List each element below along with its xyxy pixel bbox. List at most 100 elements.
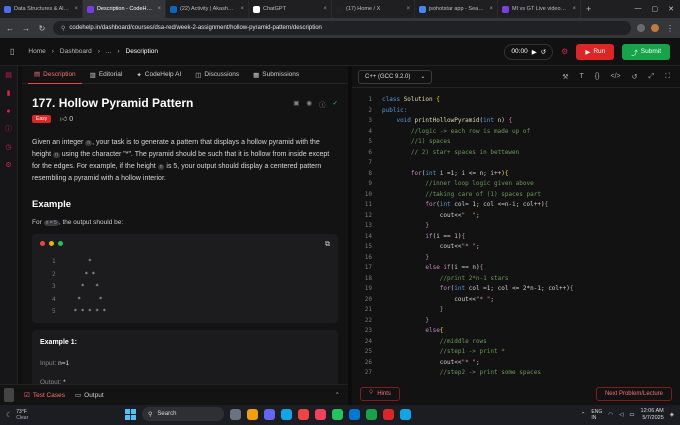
test-cases-tab[interactable]: ☑ Test Cases: [24, 391, 65, 400]
tray-chevron-icon[interactable]: ⌃: [581, 412, 586, 418]
submit-button[interactable]: ⤴ Submit: [622, 43, 670, 60]
app-blue-icon[interactable]: [400, 408, 411, 420]
fullscreen-icon[interactable]: ⛶: [665, 73, 670, 81]
tab-description[interactable]: ▤ Description: [28, 66, 82, 84]
site-info-icon[interactable]: ⚲: [61, 25, 65, 32]
run-button[interactable]: ▶ Run: [576, 43, 615, 60]
settings-rail-icon[interactable]: ⚙: [5, 162, 13, 170]
volume-icon[interactable]: ◁: [619, 412, 623, 418]
reset-icon[interactable]: ↺: [541, 48, 546, 56]
tab-close-icon[interactable]: ×: [157, 6, 161, 12]
code-token: {: [436, 96, 440, 103]
hints-button[interactable]: 💡︎ Hints: [360, 386, 400, 401]
tab-close-icon[interactable]: ×: [572, 6, 576, 12]
file-explorer-icon[interactable]: [247, 408, 258, 420]
code-token: {: [544, 201, 549, 208]
view-icon[interactable]: ◉: [306, 99, 312, 109]
settings-icon[interactable]: ⚙: [561, 47, 568, 56]
extension-icon[interactable]: [637, 24, 645, 32]
code-icon[interactable]: </>: [610, 73, 620, 81]
url-field[interactable]: ⚲ codehelp.in/dashboard/courses/dsa-red/…: [53, 21, 631, 35]
editor-toolbar: C++ (GCC 9.2.0) ⌄ ⚒ T {} </> ↺ ⤢ ⛶: [352, 66, 680, 88]
tab-close-icon[interactable]: ×: [406, 6, 410, 12]
tab-codehelp-ai[interactable]: ✦ CodeHelp AI: [130, 66, 187, 84]
check-circle-icon[interactable]: ✓: [333, 99, 338, 109]
whatsapp-icon[interactable]: [366, 408, 377, 420]
example-intro-post: , the output should be:: [58, 219, 124, 226]
back-icon[interactable]: ←: [5, 24, 15, 33]
tab-editorial[interactable]: ▥ Editorial: [84, 66, 129, 84]
tab-discussions[interactable]: ◫ Discussions: [189, 66, 245, 84]
app-x-icon[interactable]: [315, 408, 326, 420]
browser-tab[interactable]: (22) Activity | Akash… ×: [166, 0, 249, 18]
info-icon[interactable]: ⓘ: [5, 126, 13, 134]
office-icon[interactable]: [298, 408, 309, 420]
wifi-icon[interactable]: ◠: [608, 412, 613, 418]
code-token: //1) spaces: [382, 138, 451, 145]
vscode-icon[interactable]: [349, 408, 360, 420]
minimize-icon[interactable]: —: [635, 5, 642, 13]
chat-icon[interactable]: ●: [5, 108, 13, 116]
play-icon[interactable]: ▶: [532, 48, 537, 56]
magic-wand-icon[interactable]: ⚒: [562, 73, 568, 81]
info-circle-icon[interactable]: ⓘ: [319, 99, 326, 109]
chrome-icon[interactable]: [332, 408, 343, 420]
language-indicator[interactable]: ENG IN: [591, 409, 602, 421]
profile-avatar-icon[interactable]: [651, 24, 659, 32]
output-tab[interactable]: ▭ Output: [75, 391, 104, 400]
next-problem-button[interactable]: Next Problem/Lecture: [595, 386, 672, 401]
breadcrumb-item[interactable]: Dashboard: [60, 48, 92, 55]
reload-icon[interactable]: ↻: [37, 24, 47, 33]
thumbs-up-icon[interactable]: 👍︎: [60, 116, 67, 123]
edge-icon[interactable]: [281, 408, 292, 420]
tab-close-icon[interactable]: ×: [489, 6, 493, 12]
code-token: for: [425, 201, 437, 208]
history-icon[interactable]: ◷: [5, 144, 13, 152]
browser-tab[interactable]: MI vs GT Live video… ×: [498, 0, 581, 18]
timer-control[interactable]: 00:00 ▶ ↺: [504, 43, 554, 60]
code-token: {: [504, 169, 509, 177]
braces-icon[interactable]: {}: [595, 73, 600, 81]
task-view-icon[interactable]: [230, 408, 241, 420]
tab-submissions[interactable]: ▦ Submissions: [247, 66, 305, 84]
reset-code-icon[interactable]: ↺: [632, 73, 638, 81]
chevron-up-icon[interactable]: ⌃: [335, 391, 344, 399]
clock[interactable]: 12:06 AM 5/7/2025: [641, 408, 664, 422]
tab-label: Description - CodeH…: [97, 6, 153, 12]
sidebar-toggle-icon[interactable]: ▯: [10, 47, 14, 56]
browser-tab[interactable]: Data Structures & Al… ×: [0, 0, 83, 18]
tab-close-icon[interactable]: ×: [74, 6, 78, 12]
breadcrumb-item[interactable]: Home: [28, 48, 45, 55]
font-icon[interactable]: T: [580, 73, 584, 81]
browser-tab[interactable]: (17) Home / X ×: [332, 0, 415, 18]
code-editor[interactable]: 1 class Solution {2 public: 3 void printHol…: [352, 94, 680, 380]
browser-tab[interactable]: jsohotstar app - Sea… ×: [415, 0, 498, 18]
language-select[interactable]: C++ (GCC 9.2.0) ⌄: [358, 69, 433, 84]
teams-icon[interactable]: [264, 408, 275, 420]
battery-icon[interactable]: ▭: [629, 412, 634, 418]
close-window-icon[interactable]: ✕: [668, 5, 674, 13]
expand-icon[interactable]: ⤢: [648, 73, 654, 81]
forward-icon[interactable]: →: [21, 24, 31, 33]
book-icon[interactable]: ▤: [5, 72, 13, 80]
browser-tab[interactable]: Description - CodeH… ×: [83, 0, 166, 18]
bookmark-icon[interactable]: ▮: [5, 90, 13, 98]
tab-close-icon[interactable]: ×: [323, 6, 327, 12]
taskbar-search[interactable]: ⚲ Search: [142, 407, 224, 421]
breadcrumb-item[interactable]: ...: [106, 48, 111, 55]
like-control[interactable]: 👍︎ 0: [60, 114, 73, 123]
copy-icon[interactable]: ⧉: [325, 240, 330, 249]
tab-close-icon[interactable]: ×: [240, 6, 244, 12]
browser-menu-icon[interactable]: ⋮: [665, 24, 675, 33]
maximize-icon[interactable]: ▢: [652, 5, 659, 13]
app-red-icon[interactable]: [383, 408, 394, 420]
user-avatar[interactable]: [4, 388, 14, 402]
line-number: 27: [364, 369, 372, 376]
windows-start-icon[interactable]: [125, 408, 136, 420]
bookmark-toggle-icon[interactable]: ▣: [293, 99, 299, 109]
notification-icon[interactable]: ◈: [670, 412, 674, 418]
new-tab-button[interactable]: +: [581, 4, 596, 14]
weather-widget[interactable]: 73°F Clear: [16, 409, 28, 421]
browser-tab[interactable]: ChatGPT ×: [249, 0, 332, 18]
weather-icon[interactable]: ☾: [6, 411, 12, 419]
